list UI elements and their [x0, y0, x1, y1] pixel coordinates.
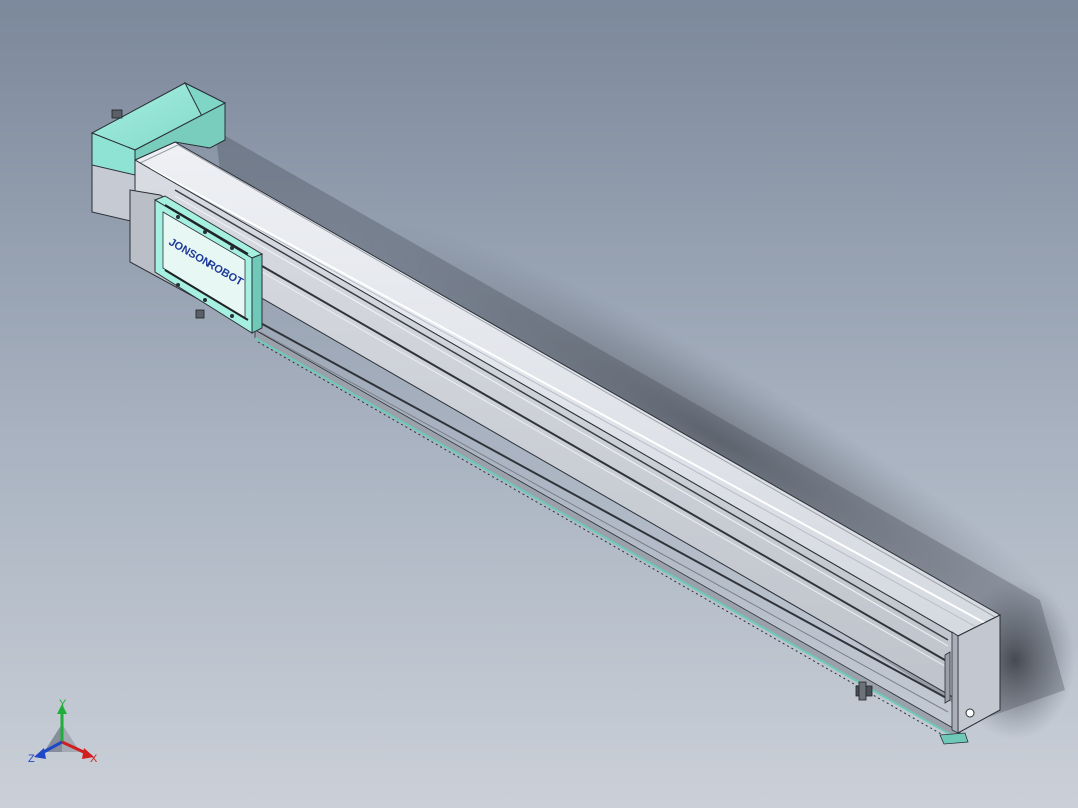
connector-stud [111, 109, 123, 119]
end-cap-hole [965, 708, 975, 718]
z-axis-label: Z [28, 753, 35, 765]
3d-viewport[interactable]: JONSON ROBOT Y X Z [0, 0, 1078, 808]
model-canvas[interactable]: JONSON ROBOT Y X Z [0, 0, 1078, 808]
y-axis-label: Y [59, 698, 67, 710]
x-axis-label: X [90, 753, 98, 765]
